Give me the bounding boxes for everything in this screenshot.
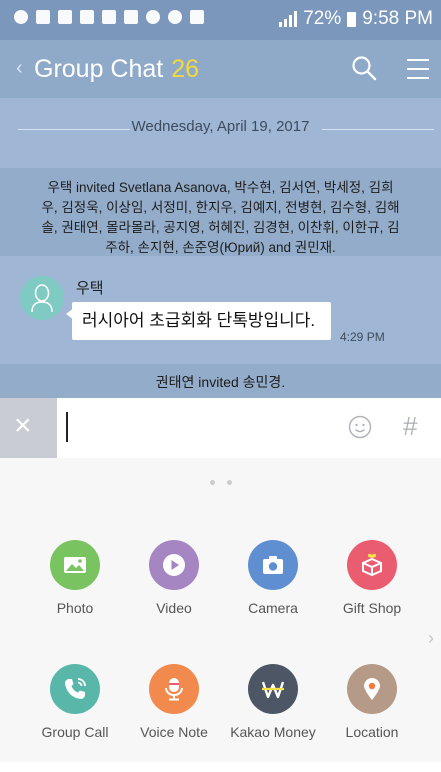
phone-icon (50, 664, 100, 714)
message-bubble[interactable]: 러시아어 초급회화 단톡방입니다. (72, 302, 331, 340)
chat-icon (124, 10, 138, 24)
message-sender: 우택 (76, 280, 104, 297)
gift-shop-label: Gift Shop (342, 600, 402, 616)
photo-icon (50, 540, 100, 590)
video-label: Video (156, 600, 192, 616)
group-call-button[interactable]: Group Call (25, 664, 125, 772)
notification-icon (14, 10, 28, 24)
notification-icons (14, 10, 204, 24)
camera-button[interactable]: Camera (223, 540, 323, 648)
next-page-icon[interactable]: › (428, 628, 434, 649)
microphone-icon (149, 664, 199, 714)
download-icon (146, 10, 160, 24)
clock: 9:58 PM (362, 8, 433, 29)
location-button[interactable]: Location (322, 664, 422, 772)
close-tray-button[interactable]: × (0, 398, 57, 458)
camera-label: Camera (248, 600, 298, 616)
group-call-label: Group Call (41, 724, 109, 740)
play-icon (149, 540, 199, 590)
back-button[interactable]: ‹ (16, 57, 23, 80)
battery-icon (347, 11, 357, 27)
attachment-tray: Photo Video Camera Gift Shop Group Call … (0, 458, 441, 762)
status-bar: 72% 9:58 PM (0, 0, 441, 40)
chat-title-text: Group Chat (34, 55, 164, 83)
system-message: 권태연 invited 송민경. (0, 364, 441, 400)
gift-icon (347, 540, 397, 590)
photo-label: Photo (56, 600, 94, 616)
chat-header: ‹ Group Chat 26 (0, 40, 441, 98)
photo-button[interactable]: Photo (25, 540, 125, 648)
system-message-text: 우택 invited Svetlana Asanova, 박수현, 김서연, 박… (41, 180, 400, 255)
close-icon: × (14, 409, 32, 442)
system-message: 우택 invited Svetlana Asanova, 박수현, 김서연, 박… (0, 168, 441, 256)
camera-icon (248, 540, 298, 590)
battery-percent: 72% (303, 8, 342, 29)
voice-note-label: Voice Note (140, 724, 208, 740)
date-divider: Wednesday, April 19, 2017 (131, 118, 310, 135)
facebook-icon (58, 10, 72, 24)
chat-area[interactable]: Wednesday, April 19, 2017 우택 invited Sve… (0, 98, 441, 400)
search-icon[interactable] (351, 55, 377, 81)
location-pin-icon (347, 664, 397, 714)
emoticon-icon[interactable] (348, 415, 372, 439)
chat-icon (102, 10, 116, 24)
member-count: 26 (171, 55, 200, 83)
download-icon (168, 10, 182, 24)
video-button[interactable]: Video (124, 540, 224, 648)
facebook-icon (36, 10, 50, 24)
menu-icon[interactable] (407, 59, 429, 79)
gallery-icon (80, 10, 94, 24)
kakao-money-button[interactable]: Kakao Money (223, 664, 323, 772)
page-indicator (0, 472, 441, 490)
image-icon (190, 10, 204, 24)
kakao-money-label: Kakao Money (230, 724, 316, 740)
message-time: 4:29 PM (340, 330, 385, 344)
message-input-bar: × # (0, 398, 441, 458)
user-silhouette-icon (31, 284, 53, 312)
won-icon (248, 664, 298, 714)
message-input[interactable] (66, 412, 68, 442)
location-label: Location (345, 724, 399, 740)
signal-icon (279, 11, 298, 27)
gift-shop-button[interactable]: Gift Shop (322, 540, 422, 648)
hashtag-search-button[interactable]: # (403, 411, 417, 442)
voice-note-button[interactable]: Voice Note (124, 664, 224, 772)
chat-title: Group Chat 26 (34, 55, 199, 84)
avatar[interactable] (20, 276, 64, 320)
